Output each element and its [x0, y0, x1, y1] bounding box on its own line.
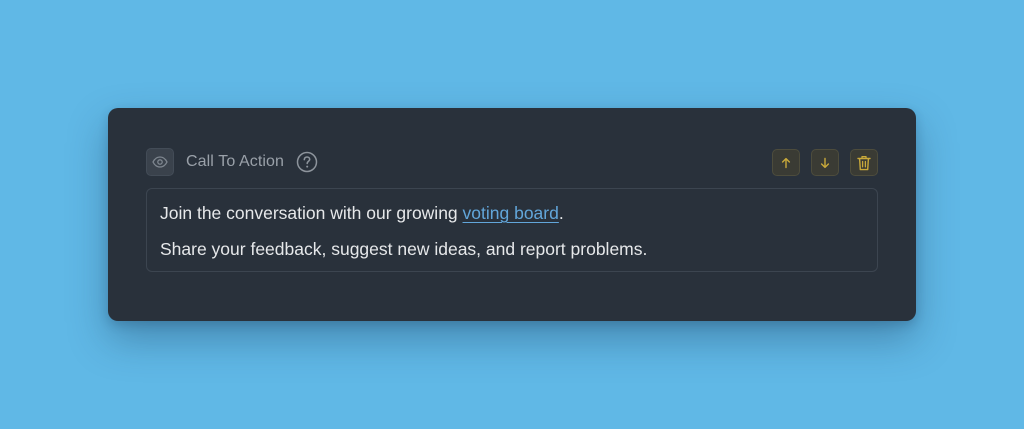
content-line-1-punctuation: . [558, 203, 564, 223]
move-up-button[interactable] [772, 149, 800, 176]
question-circle-icon [296, 151, 318, 173]
delete-button[interactable] [850, 149, 878, 176]
move-down-button[interactable] [811, 149, 839, 176]
call-to-action-block: Call To Action Join the conversation wit… [108, 108, 916, 321]
block-actions [772, 149, 878, 176]
arrow-up-icon [781, 157, 791, 168]
help-button[interactable] [296, 151, 318, 173]
trash-icon [857, 155, 871, 170]
eye-icon [152, 156, 168, 168]
block-header: Call To Action [146, 148, 318, 176]
content-line-1-text: Join the conversation with our growing [160, 203, 463, 223]
content-line-1: Join the conversation with our growing v… [160, 202, 864, 224]
block-title: Call To Action [186, 153, 285, 170]
arrow-down-icon [820, 157, 830, 168]
content-editor[interactable]: Join the conversation with our growing v… [146, 188, 878, 272]
voting-board-link[interactable]: voting board [463, 203, 559, 223]
visibility-toggle-button[interactable] [146, 148, 174, 176]
content-line-2: Share your feedback, suggest new ideas, … [160, 239, 648, 259]
